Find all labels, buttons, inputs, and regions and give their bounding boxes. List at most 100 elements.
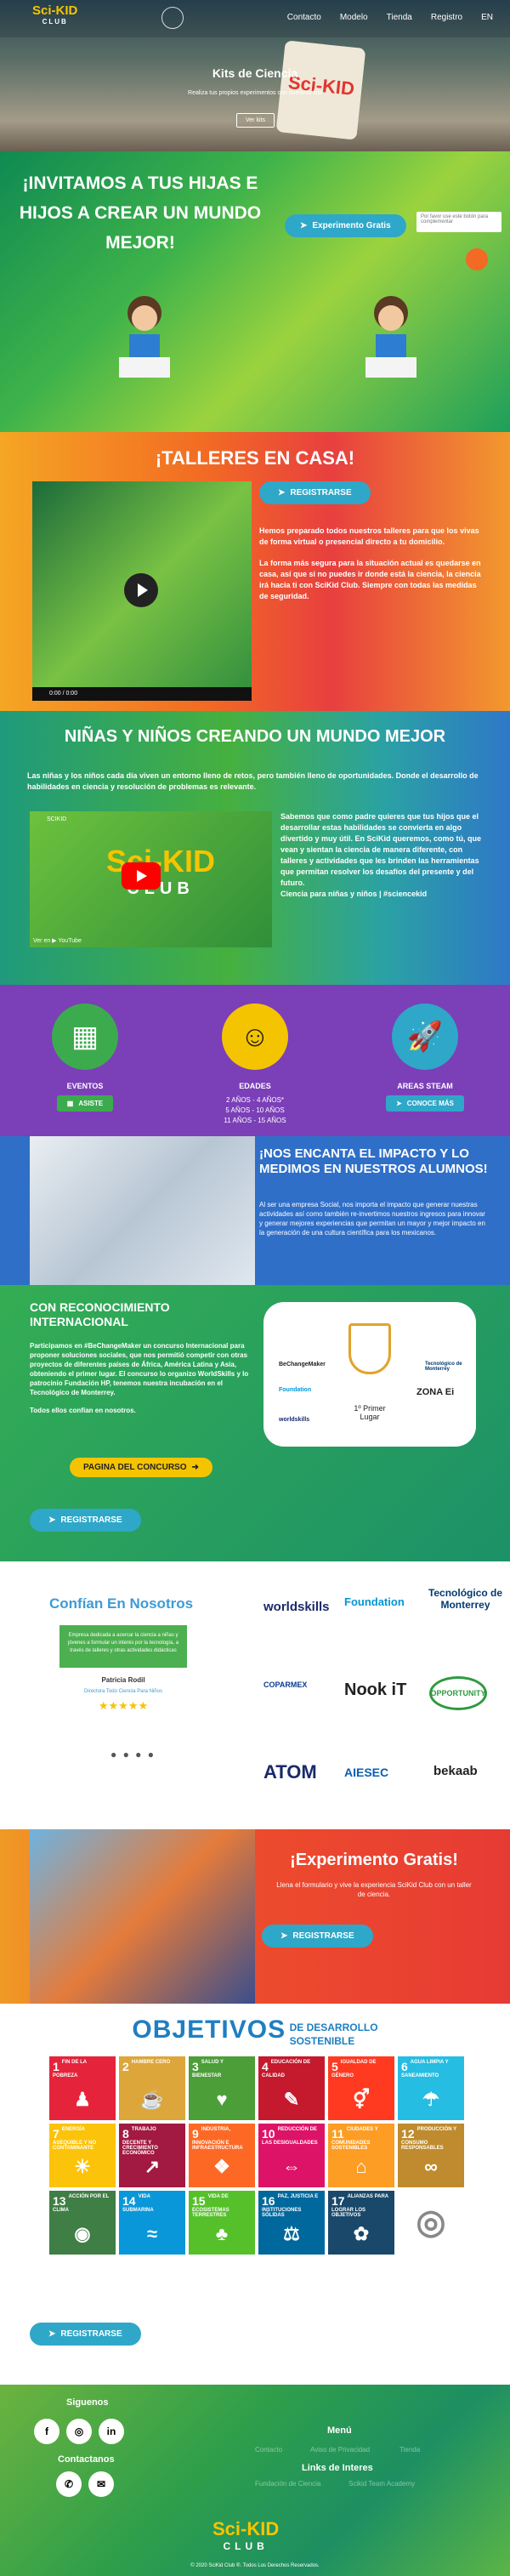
trust-title: Confían En Nosotros [49,1595,194,1612]
sdg-icon: ☀ [74,2156,91,2177]
youtube-video[interactable]: SCIKID Sci-KID CLUB Ver en ▶ YouTube [30,811,272,947]
sdg-icon: ↗ [144,2156,161,2177]
nav-link-registro[interactable]: Registro [431,13,462,22]
instagram-icon[interactable]: ◎ [66,2419,92,2444]
footer-link-tienda[interactable]: Tienda [400,2446,420,2454]
worldskills-logo: worldskills [264,1600,330,1614]
sdg-number: 13 [53,2194,66,2208]
footer-link-contacto[interactable]: Contacto [255,2446,282,2454]
video-controls[interactable]: 0:00 / 0:00 [32,687,252,701]
sdg-number: 6 [401,2060,408,2073]
sdg-tile: 7 ENERGÍA ASEQUIBLE Y NO CONTAMINANTE ☀ [49,2124,116,2187]
nav-link-modelo[interactable]: Modelo [340,13,368,22]
nav-link-contacto[interactable]: Contacto [287,13,321,22]
sdg-icon: ☕ [140,2089,164,2110]
first-place-label: 1º Primer Lugar [354,1404,386,1421]
age-range: 5 AÑOS - 10 AÑOS [225,1106,285,1114]
sdg-number: 15 [192,2194,206,2208]
linkedin-icon[interactable]: in [99,2419,124,2444]
sdg-tile: 4 EDUCACIÓN DE CALIDAD ✎ [258,2056,325,2120]
footer-link-fundacion[interactable]: Fundación de Ciencia [255,2480,320,2488]
top-nav: Sci-KID CLUB Contacto Modelo Tienda Regis… [0,0,510,37]
recognition-section: CON RECONOCIMIENTO INTERNACIONAL Partici… [0,1285,510,1561]
footer-link-privacy[interactable]: Aviso de Privacidad [310,2446,370,2454]
sdg-label: EDUCACIÓN DE CALIDAD [262,2060,311,2078]
footer: Siguenos f ◎ in Contactanos ✆ ✉ Menú Con… [0,2385,510,2576]
sdg-icon: ♥ [216,2089,228,2110]
attend-button[interactable]: ▦ ASISTE [56,1095,114,1112]
sdg-icon: ⚥ [353,2089,370,2110]
hero-section: Sci-KID Sci-KID CLUB Contacto Modelo Tien… [0,0,510,151]
site-logo[interactable]: Sci-KID CLUB [32,4,77,27]
play-icon[interactable] [124,573,158,607]
coparmex-logo: COPARMEX [264,1680,308,1689]
testimonial-role: Directora Todo Ciencia Para Niños [84,1689,162,1694]
atom-icon [162,7,184,29]
tec-monterrey-logo: Tecnológico de Monterrey [428,1587,503,1611]
sdg-icon: ◎ [416,2204,446,2241]
rocket-icon: ➤ [48,1515,56,1525]
email-icon[interactable]: ✉ [88,2471,114,2497]
workshops-title: ¡TALLERES EN CASA! [155,447,355,469]
arrow-circle-icon: ➜ [191,1463,199,1472]
footer-link-academy[interactable]: Scikid Team Academy [348,2480,415,2488]
sdg-icon: ⇔ [282,2156,301,2177]
view-kits-button[interactable]: Ver kits [236,113,275,128]
register-button[interactable]: ➤ REGISTRARSE [30,2323,141,2346]
copyright: © 2020 SciKid Club ®. Todos Los Derechos… [190,2563,320,2568]
youtube-play-icon[interactable] [122,862,161,890]
smiley-icon: ☺ [222,1004,288,1070]
workshop-video[interactable]: 0:00 / 0:00 [32,481,252,701]
sdg-icon: ≈ [146,2223,158,2244]
rocket-small-icon: ➤ [396,1100,402,1107]
follow-us-heading: Siguenos [66,2397,109,2408]
carousel-dots[interactable]: ● ● ● ● [110,1749,156,1760]
sdg-tile: 1 FIN DE LA POBREZA ♟ [49,2056,116,2120]
impact-title: ¡NOS ENCANTA EL IMPACTO Y LO MEDIMOS EN … [259,1146,488,1176]
contest-page-button[interactable]: PAGINA DEL CONCURSO ➜ [70,1458,212,1477]
sdg-icon: ✎ [283,2089,300,2110]
sdg-number: 7 [53,2127,60,2141]
whatsapp-icon[interactable]: ✆ [56,2471,82,2497]
testimonial-name: Patricia Rodil [101,1676,145,1684]
sdg-grid: 1 FIN DE LA POBREZA ♟ 2 HAMBRE CERO ☕ 3 SALUD Y… [49,2056,464,2255]
facebook-icon[interactable]: f [34,2419,60,2444]
sdg-tile: 3 SALUD Y BIENESTAR ♥ [189,2056,255,2120]
workshops-text: Hemos preparado todos nuestros talleres … [259,526,481,600]
sdg-icon: ♣ [215,2223,229,2244]
sdg-section: OBJETIVOS DE DESARROLLO SOSTENIBLE 1 FIN D… [0,2004,510,2284]
sdg-number: 17 [332,2194,345,2208]
sdg-tile: 11 CIUDADES Y COMUNIDADES SOSTENIBLES ⌂ [328,2124,394,2187]
hero-title: Kits de Ciencia [212,66,298,80]
tec-monterrey-logo: Tecnológico de Monterrey [425,1362,462,1372]
sdg-tile: 13 ACCIÓN POR EL CLIMA ◉ [49,2191,116,2255]
sdg-number: 14 [122,2194,136,2208]
sdg-number: 3 [192,2060,199,2073]
sdg-number: 9 [192,2127,199,2141]
register-button[interactable]: ➤ REGISTRARSE [30,1509,141,1532]
hp-foundation-logo: Foundation [279,1387,312,1393]
sdg-tile: 16 PAZ, JUSTICIA E INSTITUCIONES SÓLIDAS ⚖ [258,2191,325,2255]
learn-more-button[interactable]: ➤ CONOCE MÁS [386,1095,464,1112]
floating-chat-icon[interactable] [466,248,488,270]
popup-notice: Por favor use este botón para complement… [416,212,502,232]
watch-on-youtube-link[interactable]: Ver en ▶ YouTube [33,937,82,944]
opportunity-logo: OPPORTUNITY [429,1676,487,1710]
free-experiment-section: ¡Experimento Gratis! Llena el formulario… [0,1829,510,2004]
nav-link-language[interactable]: EN [481,13,493,22]
free-experiment-button[interactable]: ➤ Experimento Gratis [285,214,406,237]
experiment-photo [30,1829,255,2004]
workshops-section: ¡TALLERES EN CASA! 0:00 / 0:00 ➤ REGISTRA… [0,432,510,711]
nav-link-tienda[interactable]: Tienda [387,13,412,22]
footer-logo[interactable]: Sci-KID CLUB [212,2520,279,2555]
aiesec-logo: AIESEC [344,1766,389,1779]
kid-scientist-illustration-2 [366,296,416,378]
register-button[interactable]: ➤ REGISTRARSE [262,1925,373,1948]
sdg-tile: ◎ [398,2191,464,2255]
nook-it-logo: Nook iT [344,1680,407,1699]
register-button[interactable]: ➤ REGISTRARSE [259,481,371,504]
free-experiment-subtitle: Llena el formulario y vive la experienci… [276,1881,472,1898]
kid-scientist-illustration [119,296,170,378]
atom-logo: ATOM [264,1761,317,1783]
trophy-icon [348,1323,391,1374]
